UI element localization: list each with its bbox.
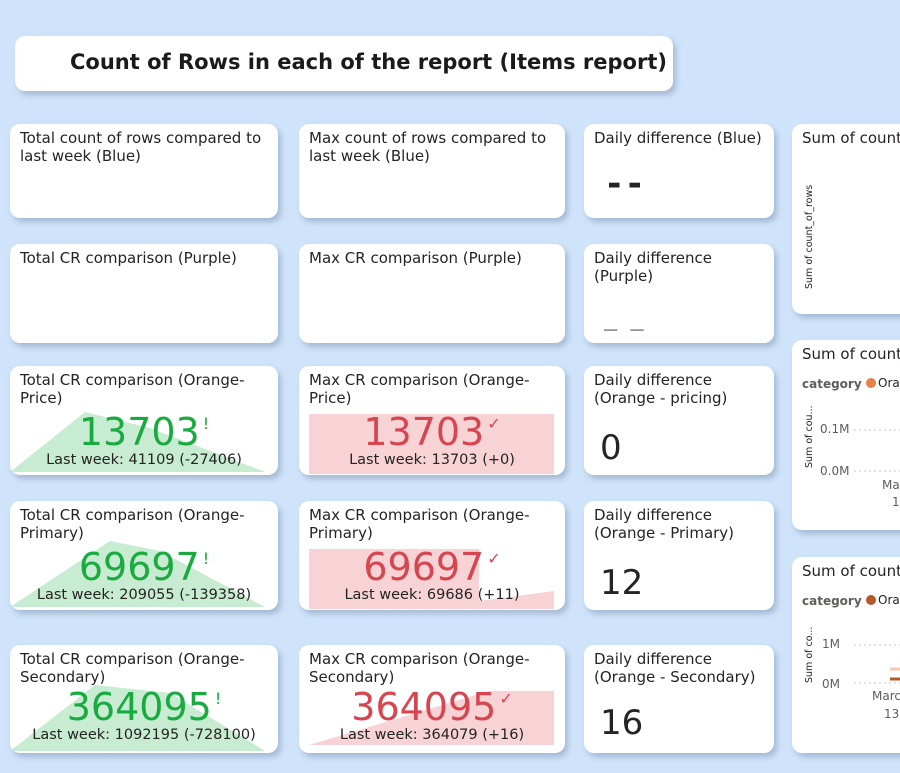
card-value: 12: [600, 563, 644, 603]
y-tick: 1M: [822, 637, 840, 651]
card-label: Total CR comparison (Orange-Secondary): [20, 650, 245, 686]
gridlines: [854, 644, 900, 684]
card-label: Max CR comparison (Orange-Secondary): [309, 650, 530, 686]
chart-panel-1[interactable]: Sum of count Sum of count_of_rows: [792, 124, 900, 314]
kpi-value: 69697: [363, 545, 485, 589]
kpi-value: 13703: [78, 410, 200, 454]
page-title: Count of Rows in each of the report (Ite…: [70, 50, 667, 74]
card-label: Daily difference (Purple): [594, 249, 713, 285]
kpi-goal: Last week: 1092195 (-728100): [32, 727, 256, 743]
x-tick-sub: 1: [892, 495, 900, 509]
legend-item[interactable]: Ora: [878, 376, 900, 390]
legend-item[interactable]: Ora: [878, 593, 900, 607]
card-label: Max CR comparison (Purple): [309, 249, 522, 267]
card-label: Max CR comparison (Orange-Price): [309, 371, 530, 407]
check-icon: ✓: [487, 414, 501, 433]
card-label: Max count of rows compared to last week …: [309, 129, 547, 165]
card-max-blue[interactable]: Max count of rows compared to last week …: [299, 124, 565, 218]
chart-title: Sum of count: [802, 562, 900, 580]
card-daily-purple[interactable]: Daily difference (Purple) _ _: [584, 244, 774, 343]
y-axis-label: Sum of co...: [804, 626, 815, 683]
title-card: Count of Rows in each of the report (Ite…: [15, 36, 673, 91]
kpi-value: 13703: [363, 410, 485, 454]
exclamation-icon: !: [202, 414, 210, 433]
kpi-goal: Last week: 13703 (+0): [349, 452, 515, 468]
card-max-orange-primary[interactable]: Max CR comparison (Orange-Primary) 69697…: [299, 501, 565, 610]
y-tick: 0.1M: [820, 422, 850, 436]
chart-title: Sum of count: [802, 129, 900, 147]
card-value: 0: [600, 428, 622, 468]
card-total-orange-primary[interactable]: Total CR comparison (Orange-Primary) 696…: [10, 501, 278, 610]
legend-dot-icon: [866, 378, 876, 388]
card-total-orange-price[interactable]: Total CR comparison (Orange-Price) 13703…: [10, 366, 278, 475]
y-axis-label: Sum of count_of_rows: [804, 184, 815, 289]
card-label: Daily difference (Orange - pricing): [594, 371, 728, 407]
card-value: 16: [600, 703, 644, 743]
check-icon: ✓: [487, 549, 501, 568]
gridlines: [854, 429, 900, 472]
chart-panel-2[interactable]: Sum of count category Ora Sum of cou... …: [792, 340, 900, 530]
card-value: _ _: [604, 306, 644, 331]
y-tick: 0.0M: [820, 464, 850, 478]
kpi-value: 364095: [66, 685, 212, 729]
card-daily-orange-pricing[interactable]: Daily difference (Orange - pricing) 0: [584, 366, 774, 475]
card-total-orange-secondary[interactable]: Total CR comparison (Orange-Secondary) 3…: [10, 645, 278, 753]
card-label: Total count of rows compared to last wee…: [20, 129, 262, 165]
card-label: Total CR comparison (Purple): [20, 249, 237, 267]
card-max-orange-price[interactable]: Max CR comparison (Orange-Price) 13703 ✓ …: [299, 366, 565, 475]
card-daily-orange-primary[interactable]: Daily difference (Orange - Primary) 12: [584, 501, 774, 610]
chart-title: Sum of count: [802, 345, 900, 363]
card-daily-blue[interactable]: Daily difference (Blue) --: [584, 124, 774, 218]
card-label: Total CR comparison (Orange-Price): [20, 371, 245, 407]
card-max-purple[interactable]: Max CR comparison (Purple): [299, 244, 565, 343]
y-tick: 0M: [822, 677, 840, 691]
legend-label: category: [802, 594, 862, 608]
y-axis-label: Sum of cou...: [804, 405, 815, 468]
kpi-value: 69697: [78, 545, 200, 589]
card-daily-orange-secondary[interactable]: Daily difference (Orange - Secondary) 16: [584, 645, 774, 753]
card-label: Max CR comparison (Orange-Primary): [309, 506, 530, 542]
legend-label: category: [802, 377, 862, 391]
kpi-value: 364095: [351, 685, 497, 729]
legend-dot-icon: [866, 595, 876, 605]
check-icon: ✓: [499, 689, 513, 708]
card-label: Daily difference (Orange - Secondary): [594, 650, 756, 686]
exclamation-icon: !: [202, 549, 210, 568]
kpi-goal: Last week: 69686 (+11): [344, 587, 520, 603]
kpi-goal: Last week: 41109 (-27406): [46, 452, 242, 468]
chart-panel-3[interactable]: Sum of count category Ora Sum of co... 1…: [792, 557, 900, 753]
card-label: Daily difference (Blue): [594, 129, 762, 147]
x-tick-sub: 13: [884, 707, 900, 721]
card-label: Daily difference (Orange - Primary): [594, 506, 735, 542]
x-tick: Marc: [872, 689, 900, 703]
card-label: Total CR comparison (Orange-Primary): [20, 506, 245, 542]
kpi-goal: Last week: 209055 (-139358): [36, 587, 252, 603]
exclamation-icon: !: [214, 689, 222, 708]
card-max-orange-secondary[interactable]: Max CR comparison (Orange-Secondary) 364…: [299, 645, 565, 753]
card-value: --: [604, 164, 645, 204]
x-tick: Ma: [882, 478, 900, 492]
card-total-blue[interactable]: Total count of rows compared to last wee…: [10, 124, 278, 218]
kpi-goal: Last week: 364079 (+16): [339, 727, 525, 743]
card-total-purple[interactable]: Total CR comparison (Purple): [10, 244, 278, 343]
